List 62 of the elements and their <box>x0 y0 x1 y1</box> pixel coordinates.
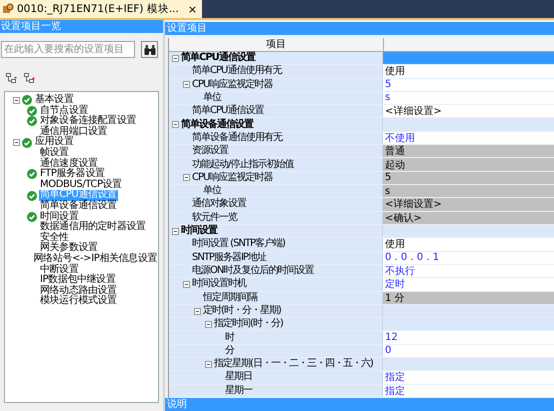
collapse-toggle[interactable] <box>172 54 179 62</box>
group-label: 简单设备通信设置 <box>181 118 253 131</box>
column-header: 项目 <box>169 38 384 51</box>
collapse-toggle[interactable] <box>172 121 179 128</box>
tree-item[interactable]: 网关参数设置 <box>39 243 99 254</box>
setting-label: 简单CPU通信使用有无 <box>192 65 282 78</box>
tree-item[interactable]: 帧设置 <box>39 148 70 159</box>
tree-item[interactable]: 对象设备连接配置设置 <box>39 116 138 127</box>
setting-label: 软元件一览 <box>192 212 237 224</box>
setting-label: 电源ON时及复位后的时间设置 <box>192 265 314 278</box>
tree-item[interactable]: 网络站号<->IP相关信息设置 <box>32 254 158 264</box>
tree-item[interactable]: 基本设置 <box>34 95 74 106</box>
tree-item[interactable]: MODBUS/TCP设置 <box>39 180 123 190</box>
setting-label: 指定时间(时・分) <box>214 318 283 330</box>
collapse-all-icon[interactable] <box>24 73 36 84</box>
setting-label: 指定星期(日・一・二・三・四・五・六) <box>214 358 373 370</box>
setting-label: 时间设置 (SNTP客户端) <box>192 238 285 250</box>
tree-item[interactable]: 简单设备通信设置 <box>39 200 118 212</box>
group-label: 时间设置 <box>181 225 217 238</box>
setting-label: CPU响应监视定时器 <box>192 172 272 184</box>
setting-label: 功能起动/停止指示初始值 <box>192 158 294 171</box>
expand-all-icon[interactable] <box>6 73 18 84</box>
collapse-toggle[interactable] <box>13 139 20 146</box>
tree-item[interactable]: 应用设置 <box>34 137 74 148</box>
collapse-toggle[interactable] <box>183 280 190 288</box>
close-button[interactable]: × <box>188 2 198 16</box>
collapse-toggle[interactable] <box>205 360 212 368</box>
tree-item[interactable]: IP数据包中继设置 <box>39 275 116 286</box>
setting-label: 资源设置 <box>192 145 228 158</box>
setting-label: 单位 <box>203 92 221 104</box>
group-label: 简单CPU通信设置 <box>181 52 255 64</box>
setting-label: SNTP服务器IP地址 <box>192 252 266 264</box>
setting-label: 简单CPU通信设置 <box>192 105 264 118</box>
setting-label: 单位 <box>203 185 221 198</box>
module-icon <box>2 3 14 15</box>
setting-label: 通信对象设置 <box>192 198 246 210</box>
collapse-toggle[interactable] <box>205 320 212 328</box>
setting-label: 定时(时・分・星期) <box>203 305 281 318</box>
setting-label: 时 <box>225 332 234 344</box>
tree-item[interactable]: 模块运行模式设置 <box>39 296 118 307</box>
collapse-toggle[interactable] <box>172 228 179 235</box>
setting-label: 恒定周期间隔 <box>203 292 257 304</box>
tree-item[interactable]: 中断设置 <box>39 264 80 276</box>
panel-title: 设置项目 <box>165 22 554 35</box>
setting-label: 简单设备通信使用有无 <box>192 132 282 144</box>
collapse-toggle[interactable] <box>183 81 190 88</box>
tab-title: 0010:_RJ71EN71(E+IEF) 模块... <box>17 2 179 16</box>
setting-label: 星期日 <box>225 371 252 384</box>
collapse-toggle[interactable] <box>194 308 201 315</box>
setting-label: 分 <box>225 344 234 357</box>
panel-title: 设置项目一览 <box>0 20 163 33</box>
setting-label: 时间设置时机 <box>192 278 246 290</box>
setting-label: 星期一 <box>225 384 252 397</box>
tree-item[interactable]: 数据通信用的定时器设置 <box>39 222 147 233</box>
search-field[interactable]: 在此输入要搜索的设置项目 <box>1 41 135 58</box>
document-tab[interactable]: 0010:_RJ71EN71(E+IEF) 模块... × <box>0 0 202 18</box>
binoculars-icon <box>144 44 156 54</box>
tree-item[interactable]: FTP服务器设置 <box>39 169 106 180</box>
search-button[interactable] <box>141 41 158 58</box>
collapse-toggle[interactable] <box>13 96 20 104</box>
description-title: 说明 <box>165 398 554 411</box>
setting-label: CPU响应监视定时器 <box>192 78 272 91</box>
